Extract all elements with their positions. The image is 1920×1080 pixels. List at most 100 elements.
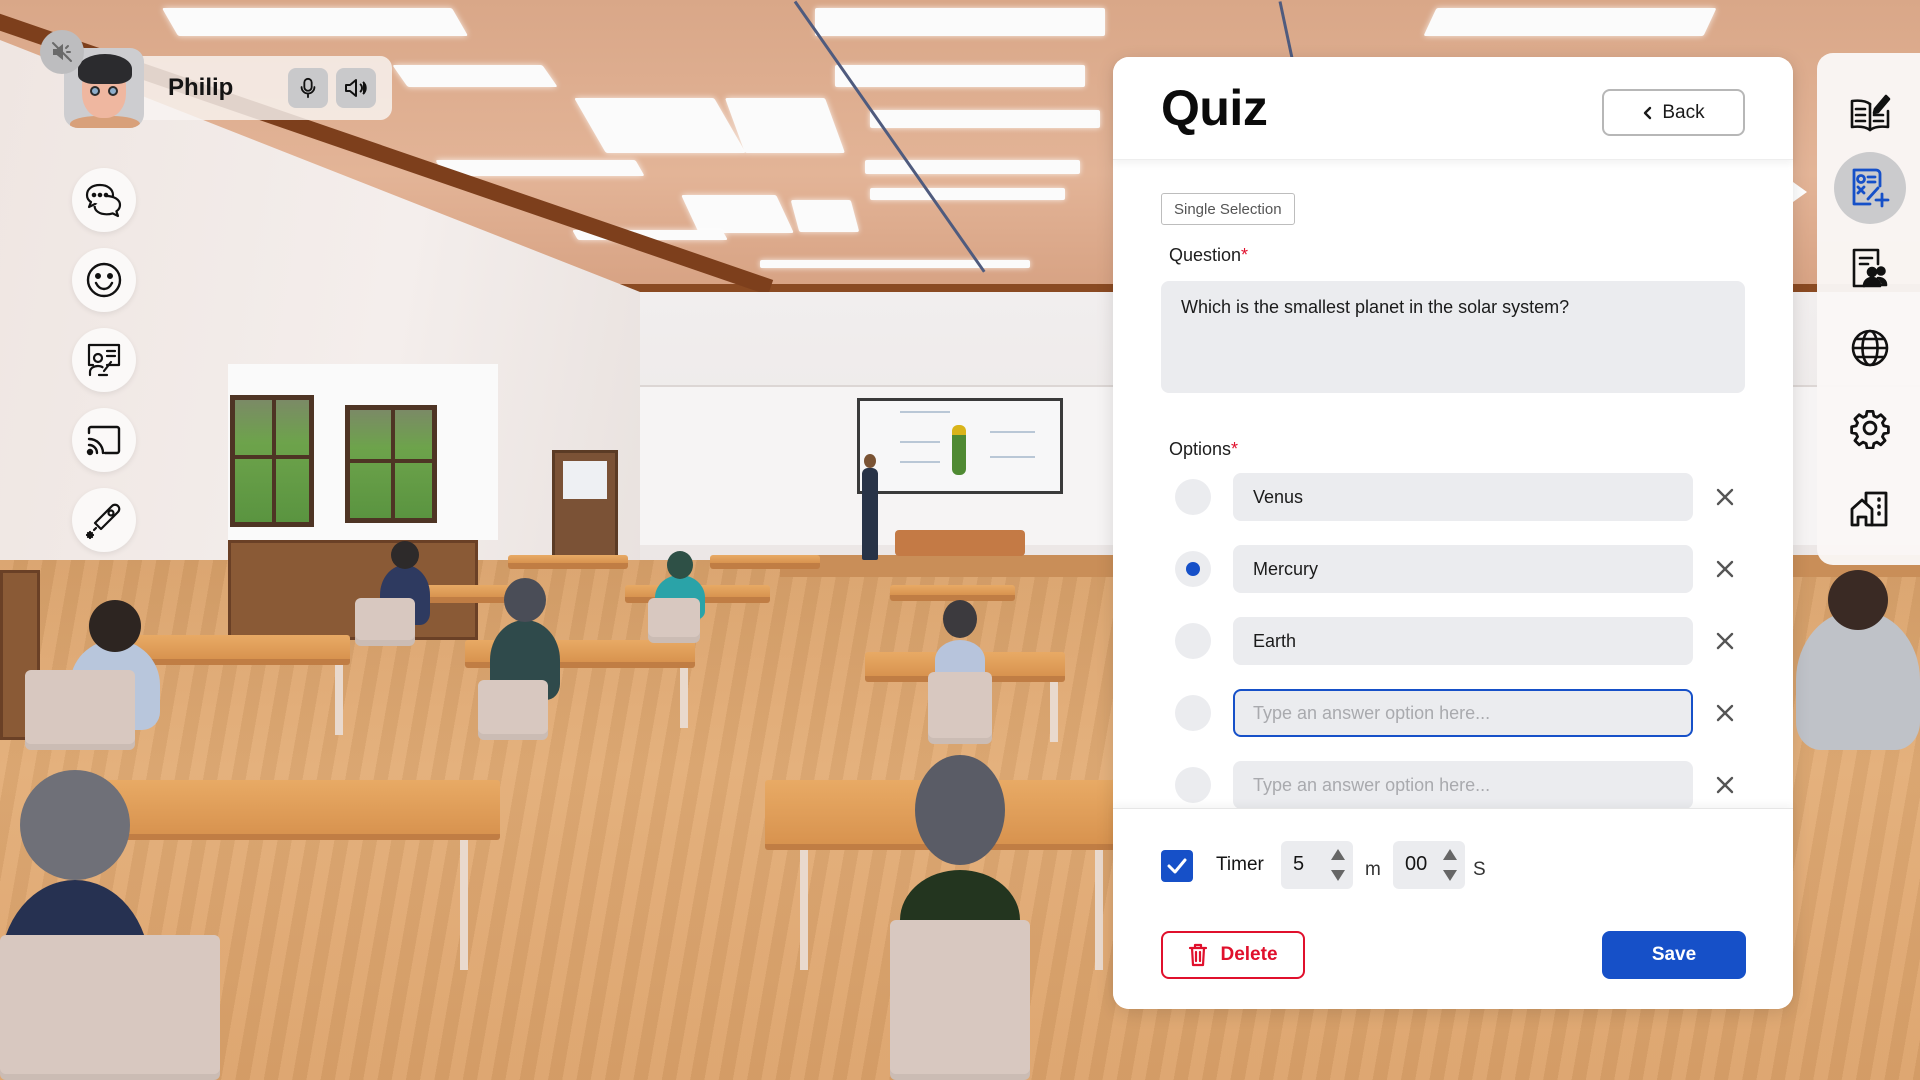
quiz-form-scroll-area[interactable]: Single Selection Question* Options* xyxy=(1113,57,1793,808)
desk-leg xyxy=(800,850,808,970)
buildings-icon xyxy=(1850,491,1888,527)
attendance-button[interactable] xyxy=(1834,232,1906,304)
required-marker: * xyxy=(1231,439,1239,459)
option-row xyxy=(1113,761,1793,808)
chat-button[interactable] xyxy=(72,168,136,232)
chair xyxy=(928,672,992,744)
remove-option-button[interactable] xyxy=(1711,627,1739,655)
decrement-arrow-icon[interactable] xyxy=(1331,870,1345,881)
timer-checkbox[interactable] xyxy=(1161,850,1193,882)
back-label: Back xyxy=(1662,101,1705,123)
page-title: Quiz xyxy=(1161,80,1268,136)
ceiling-light xyxy=(681,195,794,233)
option-input[interactable] xyxy=(1233,761,1693,808)
reactions-button[interactable] xyxy=(72,248,136,312)
option-row xyxy=(1113,473,1793,521)
ceiling-light xyxy=(161,8,469,36)
ceiling-light xyxy=(865,160,1080,174)
quiz-button[interactable] xyxy=(1834,152,1906,224)
ceiling-light xyxy=(760,260,1030,268)
desk xyxy=(710,555,820,569)
desk-leg xyxy=(1095,850,1103,970)
option-input[interactable] xyxy=(1233,617,1693,665)
user-name: Philip xyxy=(168,74,234,101)
question-label: Question* xyxy=(1169,245,1248,266)
ceiling-light xyxy=(835,65,1085,87)
option-correct-radio[interactable] xyxy=(1175,551,1211,587)
screen-cast-button[interactable] xyxy=(72,408,136,472)
ceiling-light xyxy=(815,8,1105,36)
desk xyxy=(120,635,350,665)
laser-pointer-button[interactable] xyxy=(72,488,136,552)
question-label-text: Question xyxy=(1169,245,1242,265)
microphone-icon xyxy=(300,77,316,99)
quiz-panel-footer: Timer 5 m 00 S Delete Save xyxy=(1113,808,1793,1009)
smiley-icon xyxy=(86,262,122,298)
presenter-button[interactable] xyxy=(72,328,136,392)
microphone-button[interactable] xyxy=(288,68,328,108)
option-row xyxy=(1113,617,1793,665)
remove-option-button[interactable] xyxy=(1711,771,1739,799)
panel-pointer xyxy=(1793,182,1807,202)
option-input[interactable] xyxy=(1233,473,1693,521)
settings-button[interactable] xyxy=(1834,392,1906,464)
timer-label: Timer xyxy=(1216,854,1264,875)
remove-option-button[interactable] xyxy=(1711,483,1739,511)
delete-label: Delete xyxy=(1220,944,1278,965)
close-icon xyxy=(1716,560,1734,578)
question-type-badge: Single Selection xyxy=(1161,193,1295,225)
quiz-panel: Single Selection Question* Options* xyxy=(1113,57,1793,1009)
checkmark-icon xyxy=(1167,858,1187,874)
option-correct-radio[interactable] xyxy=(1175,479,1211,515)
required-marker: * xyxy=(1241,245,1249,265)
desk-leg xyxy=(1050,682,1058,742)
remove-option-button[interactable] xyxy=(1711,555,1739,583)
option-correct-radio[interactable] xyxy=(1175,623,1211,659)
timer-minutes-stepper[interactable]: 5 xyxy=(1281,841,1353,889)
back-button[interactable]: Back xyxy=(1602,89,1745,136)
speaker-muted-icon[interactable] xyxy=(40,30,84,74)
speaker-button[interactable] xyxy=(336,68,376,108)
increment-arrow-icon[interactable] xyxy=(1443,849,1457,860)
timer-minutes-value[interactable]: 5 xyxy=(1293,853,1304,876)
chair xyxy=(0,935,220,1080)
save-button[interactable]: Save xyxy=(1602,931,1746,979)
option-correct-radio[interactable] xyxy=(1175,767,1211,803)
rooms-button[interactable] xyxy=(1834,472,1906,544)
minutes-unit: m xyxy=(1365,859,1381,880)
close-icon xyxy=(1716,704,1734,722)
increment-arrow-icon[interactable] xyxy=(1331,849,1345,860)
timer-seconds-stepper[interactable]: 00 xyxy=(1393,841,1465,889)
option-correct-radio[interactable] xyxy=(1175,695,1211,731)
lesson-button[interactable] xyxy=(1834,76,1906,148)
quiz-panel-header: Quiz Back xyxy=(1113,57,1793,160)
whiteboard xyxy=(857,398,1063,494)
teacher-desk xyxy=(895,530,1025,556)
ceiling-light xyxy=(724,98,846,153)
chair xyxy=(648,598,700,643)
student-avatar xyxy=(1796,570,1920,750)
question-input[interactable] xyxy=(1161,281,1745,393)
window xyxy=(345,405,437,523)
presenter-board-icon xyxy=(87,343,121,377)
trash-icon xyxy=(1189,943,1208,967)
seconds-unit: S xyxy=(1473,859,1486,880)
options-label-text: Options xyxy=(1169,439,1232,459)
ceiling-light xyxy=(870,188,1065,200)
remove-option-button[interactable] xyxy=(1711,699,1739,727)
ceiling-light xyxy=(392,65,558,87)
close-icon xyxy=(1716,632,1734,650)
desk xyxy=(508,555,628,569)
timer-seconds-value[interactable]: 00 xyxy=(1405,853,1427,876)
chair xyxy=(25,670,135,750)
chair xyxy=(890,920,1030,1080)
decrement-arrow-icon[interactable] xyxy=(1443,870,1457,881)
option-input[interactable] xyxy=(1233,545,1693,593)
chat-bubbles-icon xyxy=(85,183,122,218)
desk-leg xyxy=(460,840,468,970)
close-icon xyxy=(1716,776,1734,794)
option-input[interactable] xyxy=(1233,689,1693,737)
options-label: Options* xyxy=(1169,439,1238,460)
delete-button[interactable]: Delete xyxy=(1161,931,1305,979)
language-button[interactable] xyxy=(1834,312,1906,384)
